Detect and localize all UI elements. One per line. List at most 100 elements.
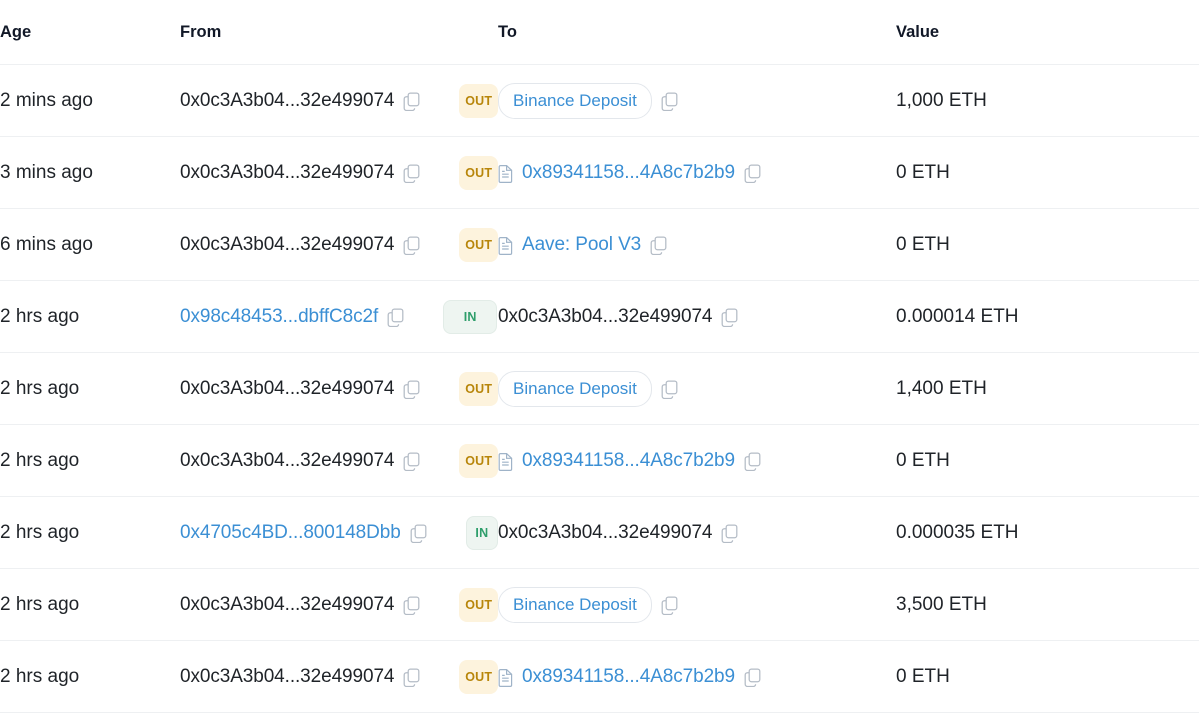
cell-age: 6 mins ago — [0, 209, 180, 281]
from-address: 0x0c3A3b04...32e499074 — [180, 233, 395, 255]
cell-value: 0.000035 ETH — [896, 497, 1199, 569]
value-amount: 1,000 ETH — [896, 89, 987, 111]
value-amount: 0 ETH — [896, 449, 950, 471]
direction-badge: OUT — [459, 659, 498, 694]
to-cell-content: Binance Deposit — [498, 82, 896, 119]
from-cell-content: 0x0c3A3b04...32e499074 — [180, 594, 420, 616]
copy-icon[interactable] — [403, 668, 420, 687]
transactions-table: Age From To Value 2 mins ago 0x0c3A3b04..… — [0, 0, 1199, 713]
direction-badge: OUT — [459, 587, 498, 622]
cell-age: 2 hrs ago — [0, 425, 180, 497]
table-row[interactable]: 2 hrs ago 0x0c3A3b04...32e499074 OUT 0x8934… — [0, 425, 1199, 497]
contract-document-icon — [498, 668, 513, 687]
to-address[interactable]: 0x89341158...4A8c7b2b9 — [522, 450, 735, 472]
copy-icon[interactable] — [661, 92, 678, 111]
from-address: 0x0c3A3b04...32e499074 — [180, 89, 395, 111]
from-address: 0x0c3A3b04...32e499074 — [180, 161, 395, 183]
cell-value: 1,000 ETH — [896, 65, 1199, 137]
copy-icon[interactable] — [721, 524, 738, 543]
cell-to: Binance Deposit — [498, 353, 896, 425]
copy-icon[interactable] — [744, 668, 761, 687]
from-cell-content: 0x4705c4BD...800148Dbb — [180, 522, 427, 544]
to-address[interactable]: Aave: Pool V3 — [522, 234, 641, 256]
table-row[interactable]: 2 hrs ago 0x0c3A3b04...32e499074 OUT Binanc… — [0, 353, 1199, 425]
cell-to: 0x0c3A3b04...32e499074 — [498, 497, 896, 569]
value-amount: 0 ETH — [896, 161, 950, 183]
copy-icon[interactable] — [410, 524, 427, 543]
to-cell-content: 0x89341158...4A8c7b2b9 — [498, 162, 896, 184]
cell-to: 0x89341158...4A8c7b2b9 — [498, 425, 896, 497]
age-text: 2 hrs ago — [0, 521, 80, 543]
table-row[interactable]: 2 hrs ago 0x98c48453...dbffC8c2f IN 0x0c3A3… — [0, 281, 1199, 353]
value-amount: 0 ETH — [896, 233, 950, 255]
cell-from: 0x0c3A3b04...32e499074 OUT — [180, 425, 498, 497]
value-amount: 0.000014 ETH — [896, 305, 1019, 327]
to-cell-content: 0x89341158...4A8c7b2b9 — [498, 666, 896, 688]
copy-icon[interactable] — [744, 164, 761, 183]
cell-to: Binance Deposit — [498, 569, 896, 641]
copy-icon[interactable] — [403, 92, 420, 111]
direction-badge: OUT — [459, 371, 498, 406]
table-header-row: Age From To Value — [0, 0, 1199, 65]
copy-icon[interactable] — [403, 596, 420, 615]
contract-document-icon — [498, 164, 513, 183]
table-row[interactable]: 3 mins ago 0x0c3A3b04...32e499074 OUT 0x893… — [0, 137, 1199, 209]
cell-age: 2 hrs ago — [0, 497, 180, 569]
from-address[interactable]: 0x4705c4BD...800148Dbb — [180, 522, 401, 544]
copy-icon[interactable] — [387, 308, 404, 327]
from-cell-content: 0x0c3A3b04...32e499074 — [180, 162, 420, 184]
cell-value: 1,400 ETH — [896, 353, 1199, 425]
copy-icon[interactable] — [650, 236, 667, 255]
to-cell-content: Aave: Pool V3 — [498, 234, 896, 256]
table-row[interactable]: 6 mins ago 0x0c3A3b04...32e499074 OUT Aave:… — [0, 209, 1199, 281]
cell-value: 0 ETH — [896, 641, 1199, 713]
cell-age: 2 hrs ago — [0, 641, 180, 713]
from-cell-content: 0x0c3A3b04...32e499074 — [180, 666, 420, 688]
cell-from: 0x0c3A3b04...32e499074 OUT — [180, 569, 498, 641]
direction-badge: IN — [443, 299, 498, 334]
to-name-tag[interactable]: Binance Deposit — [498, 370, 652, 407]
table-row[interactable]: 2 hrs ago 0x0c3A3b04...32e499074 OUT Binanc… — [0, 569, 1199, 641]
age-text: 2 hrs ago — [0, 593, 80, 615]
column-header-from: From — [180, 0, 498, 65]
cell-value: 0 ETH — [896, 209, 1199, 281]
copy-icon[interactable] — [403, 236, 420, 255]
cell-age: 2 hrs ago — [0, 353, 180, 425]
table-body: 2 mins ago 0x0c3A3b04...32e499074 OUT Binan… — [0, 65, 1199, 713]
cell-from: 0x0c3A3b04...32e499074 OUT — [180, 353, 498, 425]
column-header-value: Value — [896, 0, 1199, 65]
cell-age: 2 hrs ago — [0, 569, 180, 641]
direction-badge: OUT — [459, 83, 498, 118]
table-row[interactable]: 2 hrs ago 0x4705c4BD...800148Dbb IN 0x0c3A3… — [0, 497, 1199, 569]
table-row[interactable]: 2 mins ago 0x0c3A3b04...32e499074 OUT Binan… — [0, 65, 1199, 137]
copy-icon[interactable] — [661, 596, 678, 615]
copy-icon[interactable] — [403, 164, 420, 183]
to-cell-content: 0x0c3A3b04...32e499074 — [498, 306, 896, 328]
value-amount: 1,400 ETH — [896, 377, 987, 399]
to-name-tag[interactable]: Binance Deposit — [498, 82, 652, 119]
cell-to: 0x89341158...4A8c7b2b9 — [498, 137, 896, 209]
copy-icon[interactable] — [721, 308, 738, 327]
copy-icon[interactable] — [661, 380, 678, 399]
to-cell-content: Binance Deposit — [498, 370, 896, 407]
to-cell-content: Binance Deposit — [498, 586, 896, 623]
from-address[interactable]: 0x98c48453...dbffC8c2f — [180, 306, 378, 328]
cell-from: 0x0c3A3b04...32e499074 OUT — [180, 641, 498, 713]
age-text: 2 hrs ago — [0, 305, 80, 327]
copy-icon[interactable] — [744, 452, 761, 471]
to-cell-content: 0x89341158...4A8c7b2b9 — [498, 450, 896, 472]
direction-badge: OUT — [459, 227, 498, 262]
from-cell-content: 0x0c3A3b04...32e499074 — [180, 450, 420, 472]
table-row[interactable]: 2 hrs ago 0x0c3A3b04...32e499074 OUT 0x8934… — [0, 641, 1199, 713]
from-cell-content: 0x0c3A3b04...32e499074 — [180, 90, 420, 112]
to-name-tag[interactable]: Binance Deposit — [498, 586, 652, 623]
copy-icon[interactable] — [403, 452, 420, 471]
from-cell-content: 0x0c3A3b04...32e499074 — [180, 378, 420, 400]
cell-age: 3 mins ago — [0, 137, 180, 209]
to-address[interactable]: 0x89341158...4A8c7b2b9 — [522, 162, 735, 184]
value-amount: 3,500 ETH — [896, 593, 987, 615]
cell-from: 0x0c3A3b04...32e499074 OUT — [180, 65, 498, 137]
to-address[interactable]: 0x89341158...4A8c7b2b9 — [522, 666, 735, 688]
column-header-age[interactable]: Age — [0, 0, 180, 65]
copy-icon[interactable] — [403, 380, 420, 399]
